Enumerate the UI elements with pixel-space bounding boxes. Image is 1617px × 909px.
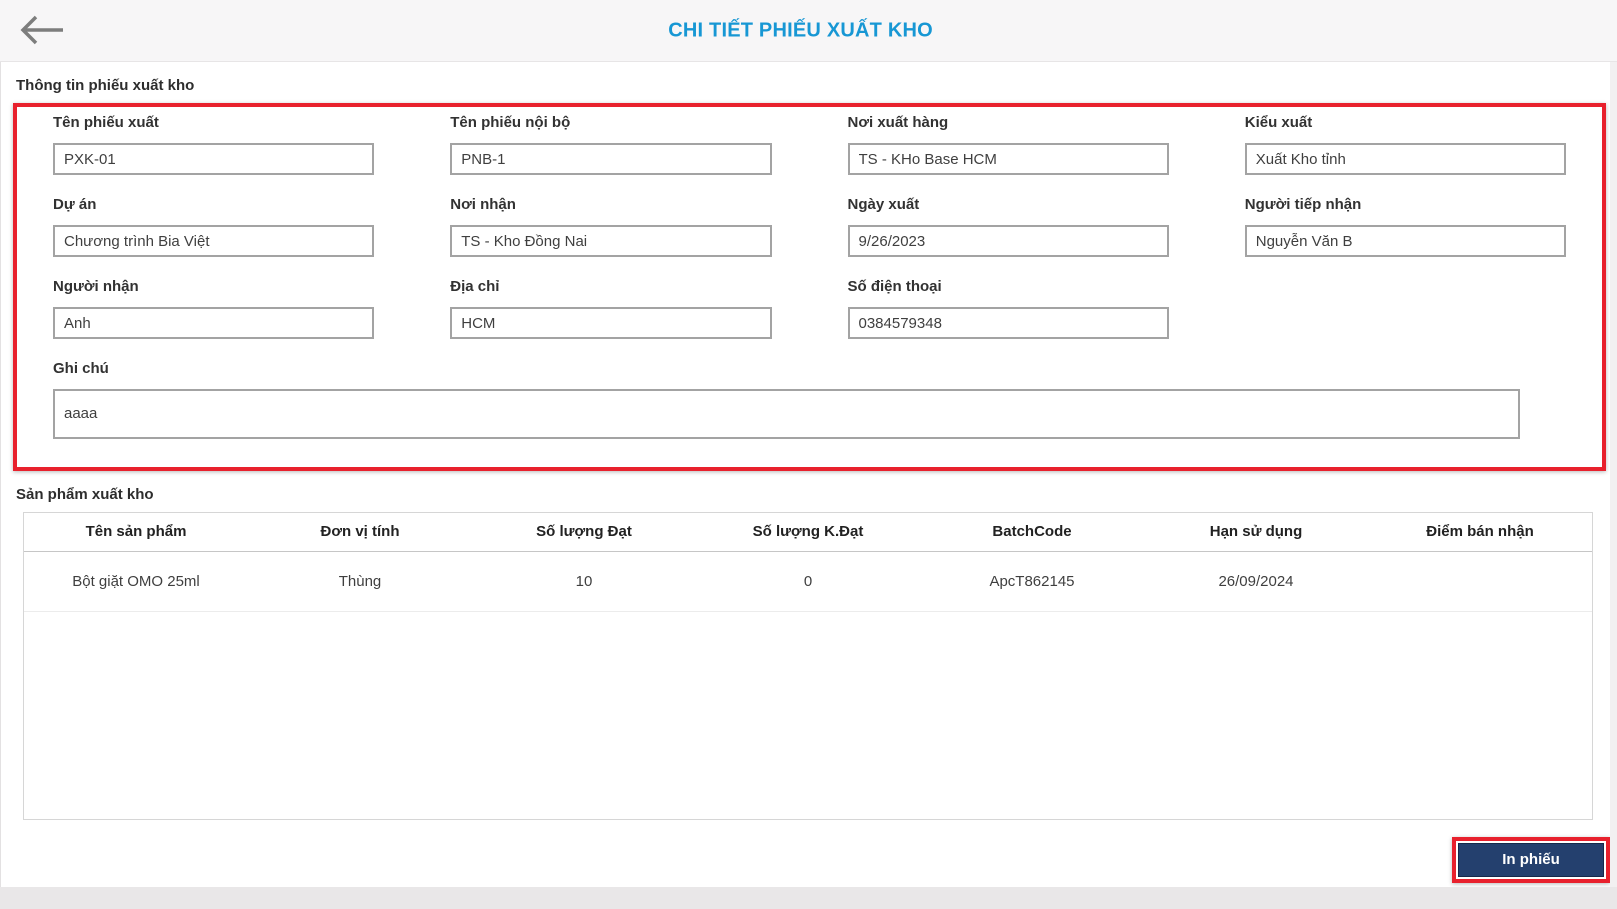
field-internal-slip-name: Tên phiếu nội bộ: [450, 113, 772, 175]
field-label: Dự án: [53, 196, 97, 213]
phone-number-input[interactable]: [847, 307, 1169, 339]
receive-location-input[interactable]: [450, 225, 772, 257]
recipient-input[interactable]: [53, 307, 375, 339]
back-arrow-icon: [19, 15, 65, 49]
field-label: Kiểu xuất: [1244, 114, 1313, 131]
column-header: Số lượng K.Đạt: [696, 513, 920, 552]
field-export-location: Nơi xuất hàng: [847, 113, 1169, 175]
column-header: Số lượng Đạt: [472, 513, 696, 552]
products-table-container: Tên sản phẩm Đơn vị tính Số lượng Đạt Số lư…: [23, 512, 1593, 820]
export-type-input[interactable]: [1244, 143, 1566, 175]
field-phone-number: Số điện thoại: [847, 277, 1169, 339]
page-title: CHI TIẾT PHIẾU XUẤT KHO: [668, 19, 933, 41]
info-form: Tên phiếu xuất Tên phiếu nội bộ Nơi xuất…: [53, 113, 1566, 439]
column-header: Tên sản phẩm: [24, 513, 248, 552]
annotation-form-highlight: Tên phiếu xuất Tên phiếu nội bộ Nơi xuất…: [13, 103, 1606, 471]
annotation-print-highlight: In phiếu: [1452, 837, 1610, 883]
field-label: Ghi chú: [53, 360, 109, 377]
field-label: Nơi xuất hàng: [847, 114, 949, 131]
field-address: Địa chỉ: [450, 277, 772, 339]
field-receive-location: Nơi nhận: [450, 195, 772, 257]
vertical-scrollbar-track[interactable]: [1610, 62, 1617, 887]
print-slip-button[interactable]: In phiếu: [1458, 843, 1604, 877]
page-left-border: [0, 62, 1, 887]
field-label: Địa chỉ: [450, 278, 500, 295]
footer-bar: In phiếu: [16, 837, 1617, 883]
export-location-input[interactable]: [847, 143, 1169, 175]
products-section-title: Sản phẩm xuất kho: [16, 486, 154, 503]
field-export-date: Ngày xuất: [847, 195, 1169, 257]
top-bar: CHI TIẾT PHIẾU XUẤT KHO: [0, 0, 1617, 62]
field-export-type: Kiểu xuất: [1244, 113, 1566, 175]
field-spacer: [1245, 277, 1566, 339]
address-input[interactable]: [450, 307, 772, 339]
receiving-person-input[interactable]: [1244, 225, 1566, 257]
table-row: Bột giặt OMO 25ml Thùng 10 0 ApcT862145 26/09…: [24, 551, 1592, 612]
column-header: Hạn sử dụng: [1144, 513, 1368, 552]
field-label: Người nhận: [53, 278, 139, 295]
field-project: Dự án: [53, 195, 375, 257]
field-label: Tên phiếu xuất: [53, 114, 159, 131]
column-header: Đơn vị tính: [248, 513, 472, 552]
table-cell: 0: [696, 551, 920, 612]
export-slip-name-input[interactable]: [53, 143, 375, 175]
table-cell: 10: [472, 551, 696, 612]
products-table-header: Tên sản phẩm Đơn vị tính Số lượng Đạt Số lư…: [24, 513, 1592, 552]
field-recipient: Người nhận: [53, 277, 375, 339]
field-label: Người tiếp nhận: [1244, 196, 1362, 213]
table-cell: [1368, 551, 1592, 612]
table-cell: Thùng: [248, 551, 472, 612]
field-label: Nơi nhận: [450, 196, 516, 213]
horizontal-scrollbar-track[interactable]: [0, 887, 1617, 909]
table-cell: ApcT862145: [920, 551, 1144, 612]
column-header: Điểm bán nhận: [1368, 513, 1592, 552]
note-input[interactable]: aaaa: [53, 389, 1520, 439]
field-export-slip-name: Tên phiếu xuất: [53, 113, 375, 175]
field-label: Ngày xuất: [847, 196, 920, 213]
column-header: BatchCode: [920, 513, 1144, 552]
project-input[interactable]: [53, 225, 375, 257]
internal-slip-name-input[interactable]: [450, 143, 772, 175]
field-label: Tên phiếu nội bộ: [450, 114, 571, 131]
back-button[interactable]: [18, 14, 66, 48]
field-label: Số điện thoại: [847, 278, 942, 295]
info-section-title: Thông tin phiếu xuất kho: [16, 77, 195, 94]
field-note: Ghi chú aaaa: [53, 359, 1566, 439]
table-cell: 26/09/2024: [1144, 551, 1368, 612]
table-cell: Bột giặt OMO 25ml: [24, 551, 248, 612]
field-receiving-person: Người tiếp nhận: [1244, 195, 1566, 257]
products-table: Tên sản phẩm Đơn vị tính Số lượng Đạt Số lư…: [24, 513, 1592, 612]
export-date-input[interactable]: [847, 225, 1169, 257]
main-content: Thông tin phiếu xuất kho Tên phiếu xuất …: [0, 77, 1617, 883]
